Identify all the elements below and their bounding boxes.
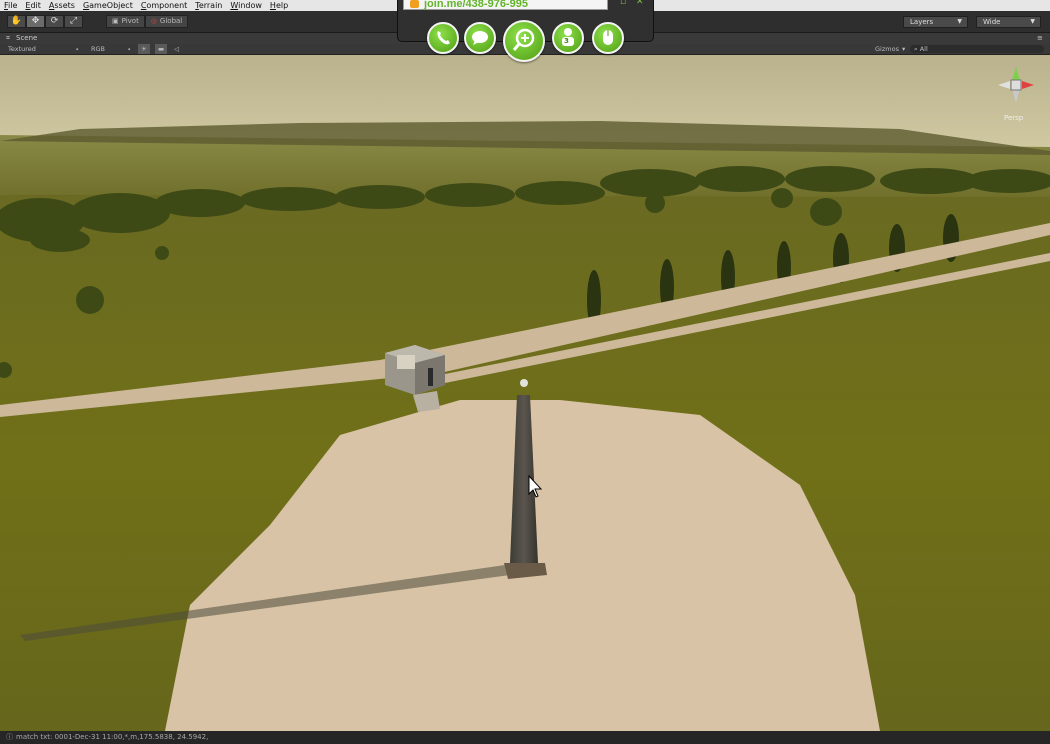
info-icon: ⓘ [6, 733, 13, 741]
scene-search-input[interactable]: ⌕ All [910, 45, 1044, 53]
render-mode-dropdown[interactable]: Textured [8, 44, 36, 54]
axis-gizmo-icon [998, 67, 1034, 103]
layers-dropdown[interactable]: Layers ▼ [903, 16, 968, 28]
scene-image-toggle-icon[interactable]: ▬ [155, 44, 168, 54]
pivot-label: Pivot [121, 17, 139, 25]
joinme-url-box[interactable]: join.me/438-976-995 [403, 0, 608, 10]
pivot-toggle[interactable]: ▣ Pivot [106, 15, 145, 28]
layout-label: Wide [983, 18, 1001, 26]
audio-toggle-icon[interactable]: ◁ [174, 44, 179, 54]
status-text: match txt: 0001-Dec-31 11:00,*,m,175.583… [16, 733, 209, 741]
chevron-down-icon: ⬩ [128, 45, 131, 53]
menu-assets[interactable]: Assets [45, 0, 79, 11]
view-label: Persp [1004, 114, 1024, 122]
hand-tool-icon[interactable]: ✋ [7, 15, 26, 28]
move-tool-icon[interactable]: ✥ [26, 15, 45, 28]
lighting-toggle-icon[interactable]: ☀ [138, 44, 150, 54]
minimize-icon[interactable]: ▫ [620, 0, 626, 7]
joinme-logo-icon [410, 0, 419, 8]
global-label: Global [159, 17, 183, 25]
scene-viewport[interactable]: Persp [0, 55, 1050, 731]
layout-dropdown[interactable]: Wide ▼ [976, 16, 1041, 28]
search-placeholder: All [919, 45, 928, 53]
scene-render [0, 55, 1050, 731]
panel-menu-icon[interactable]: ≡ [1037, 33, 1043, 44]
mouse-control-button[interactable] [592, 22, 624, 54]
global-toggle[interactable]: ◎ Global [144, 15, 189, 28]
phone-icon [437, 31, 450, 45]
pivot-icon: ▣ [112, 17, 119, 25]
rotate-tool-icon[interactable]: ⟳ [45, 15, 64, 28]
global-icon: ◎ [150, 17, 157, 25]
close-icon[interactable]: ✕ [636, 0, 644, 7]
scene-tab[interactable]: Scene [16, 33, 37, 44]
menu-component[interactable]: Component [137, 0, 191, 11]
pivot-toggles: ▣ Pivot ◎ Global [106, 15, 189, 28]
scene-icon: ⌗ [6, 34, 10, 42]
search-icon: ⌕ [914, 45, 918, 53]
participant-count: 3 [564, 37, 569, 45]
layers-label: Layers [910, 18, 934, 26]
menu-edit[interactable]: Edit [21, 0, 45, 11]
menu-gameobject[interactable]: GameObject [79, 0, 137, 11]
scale-tool-icon[interactable]: ⤢ [64, 15, 83, 28]
chevron-down-icon: ⬩ [76, 45, 79, 53]
chevron-down-icon: ▾ [902, 45, 906, 53]
status-bar: ⓘ match txt: 0001-Dec-31 11:00,*,m,175.5… [0, 731, 1050, 744]
chevron-down-icon: ▼ [1030, 18, 1035, 25]
participants-button[interactable]: 3 [552, 22, 584, 54]
menu-help[interactable]: Help [266, 0, 292, 11]
menu-terrain[interactable]: Terrain [191, 0, 226, 11]
zoom-icon [512, 28, 535, 51]
chevron-down-icon: ▼ [957, 18, 962, 25]
gizmos-dropdown[interactable]: Gizmos [875, 44, 899, 54]
chat-icon [472, 31, 488, 45]
menu-file[interactable]: File [0, 0, 21, 11]
menu-window[interactable]: Window [226, 0, 266, 11]
phone-button[interactable] [427, 22, 459, 54]
joinme-url: join.me/438-976-995 [424, 0, 528, 10]
zoom-button[interactable] [503, 20, 545, 62]
scene-orientation-gizmo[interactable]: Persp [994, 63, 1038, 123]
chat-button[interactable] [464, 22, 496, 54]
joinme-toolbar: join.me/438-976-995 ▫ ✕ 3 [397, 0, 654, 62]
mouse-icon [603, 30, 613, 45]
color-mode-dropdown[interactable]: RGB [91, 44, 105, 54]
transform-tools: ✋ ✥ ⟳ ⤢ [7, 15, 83, 28]
